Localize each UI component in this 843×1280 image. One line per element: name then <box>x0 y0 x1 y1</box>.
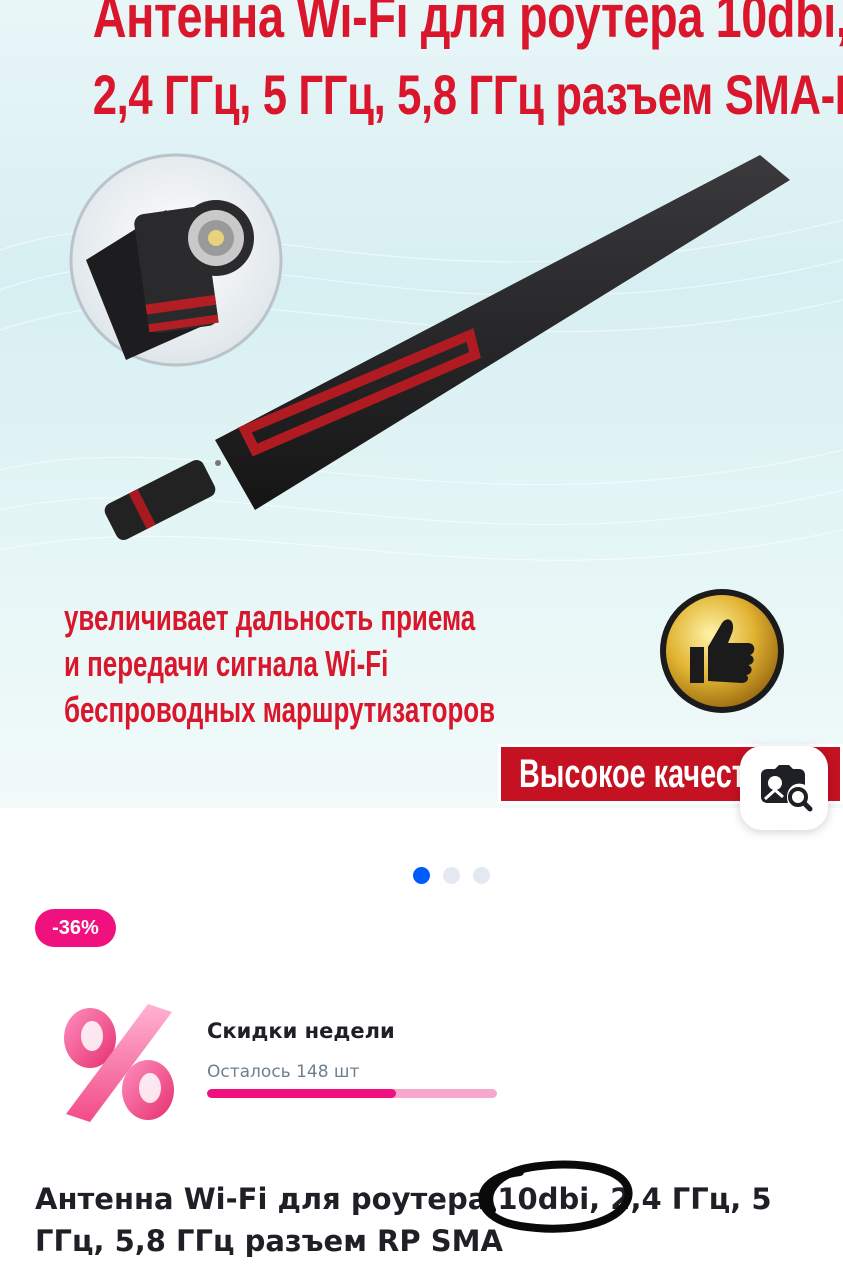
promo-line-2: и передачи сигнала Wi-Fi <box>64 643 389 684</box>
percent-icon <box>64 1004 174 1122</box>
promo-line-1: увеличивает дальность приема <box>64 597 476 638</box>
image-pager <box>413 867 490 884</box>
antenna-image <box>104 155 790 541</box>
pager-dot-1[interactable] <box>413 867 430 884</box>
promo-line-3: беспроводных маршрутизаторов <box>64 689 496 730</box>
pager-dot-2[interactable] <box>443 867 460 884</box>
stock-progress-bar <box>207 1089 497 1098</box>
weekly-deals-title[interactable]: Скидки недели <box>207 1019 395 1043</box>
product-image-gallery[interactable]: Антенна Wi-Fi для роутера 10dbi, 2,4 ГГц… <box>0 0 843 808</box>
image-title-line-1: Антенна Wi-Fi для роутера 10dbi, <box>92 0 843 50</box>
stock-remaining-text: Осталось 148 шт <box>207 1062 360 1082</box>
camera-search-icon <box>761 765 813 812</box>
discount-badge: -36% <box>35 909 116 947</box>
stock-progress-fill <box>207 1089 396 1098</box>
image-title-line-2: 2,4 ГГц, 5 ГГц, 5,8 ГГц разъем SMA-M <box>92 63 843 126</box>
product-page: Антенна Wi-Fi для роутера 10dbi, 2,4 ГГц… <box>0 0 843 1280</box>
thumbs-up-medal-icon <box>660 589 784 713</box>
product-title: Антенна Wi-Fi для роутера 10dbi, 2,4 ГГц… <box>35 1182 772 1258</box>
pager-dot-3[interactable] <box>473 867 490 884</box>
visual-search-button[interactable] <box>740 746 828 830</box>
